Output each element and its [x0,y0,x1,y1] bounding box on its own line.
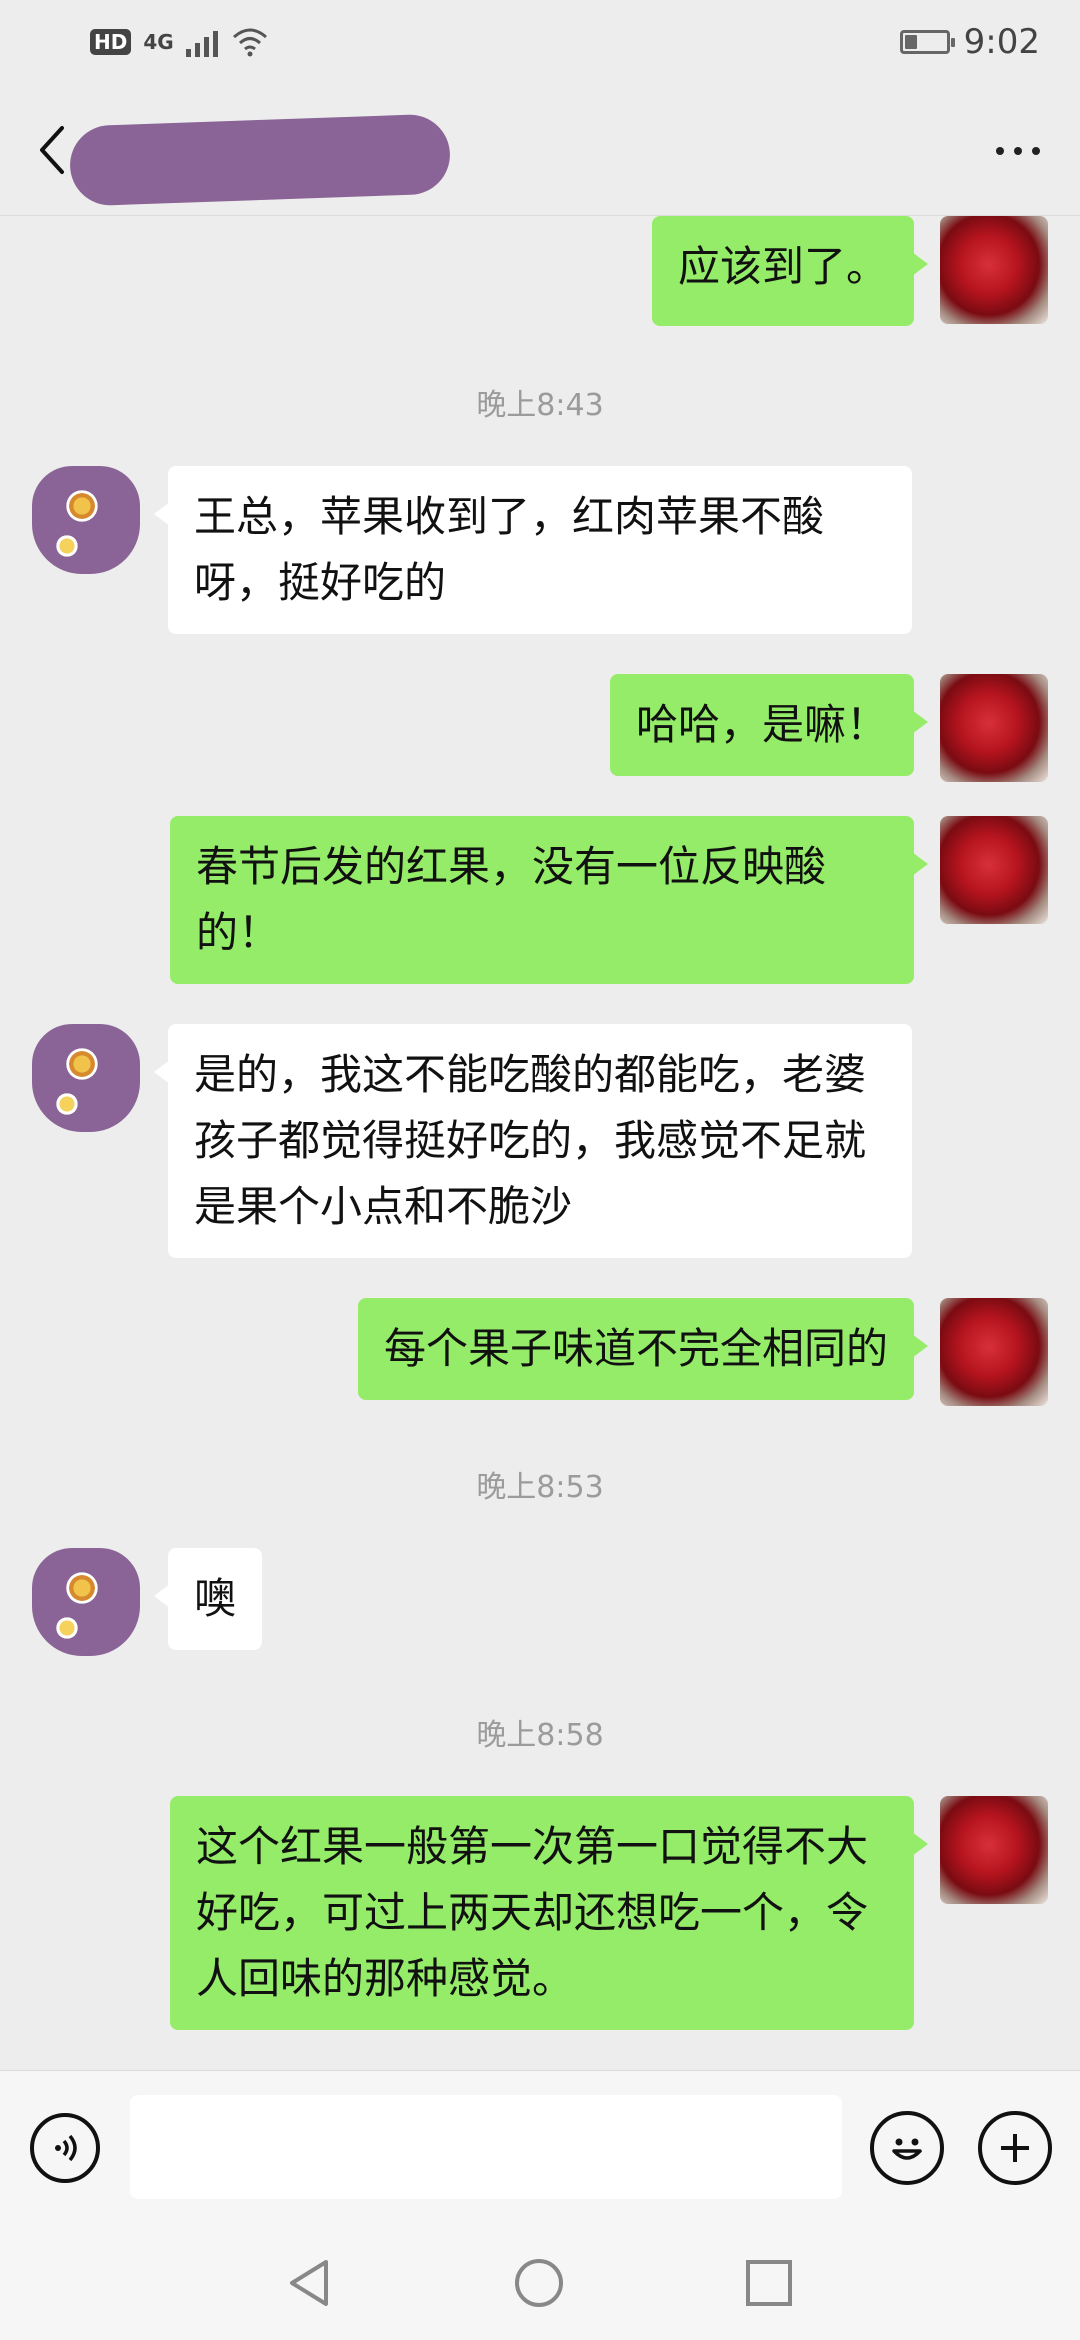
avatar[interactable] [940,674,1048,782]
message-input[interactable] [130,2095,842,2199]
avatar[interactable] [32,1024,140,1132]
emoji-icon [892,2138,922,2160]
dot-icon [996,147,1004,155]
nav-back-icon[interactable] [282,2256,336,2310]
avatar[interactable] [940,216,1048,324]
message-bubble-received[interactable]: 是的，我这不能吃酸的都能吃，老婆孩子都觉得挺好吃的，我感觉不足就是果个小点和不脆… [154,1024,912,1258]
timestamp: 晚上8:53 [476,1470,604,1505]
voice-icon [55,2134,77,2162]
timestamp: 晚上8:43 [476,388,604,423]
battery-icon [899,30,955,54]
plus-icon [1001,2134,1029,2162]
status-left: HD 4G [90,27,270,57]
hd-badge: HD [90,29,132,55]
status-bar: HD 4G 9:02 [0,0,1080,84]
message-list[interactable]: 应该到了。 晚上8:43 王总，苹果收到了，红肉苹果不酸呀，挺好吃的 哈哈，是嘛… [0,216,1080,2070]
message-bubble-sent[interactable]: 春节后发的红果，没有一位反映酸的！ [170,816,928,984]
message-bubble-sent[interactable]: 哈哈，是嘛！ [609,674,929,776]
avatar[interactable] [32,1548,140,1656]
avatar[interactable] [32,466,140,574]
emoji-button[interactable] [870,2111,944,2185]
dot-icon [1032,147,1040,155]
wifi-icon [232,28,267,57]
avatar[interactable] [940,1298,1048,1406]
plus-button[interactable] [978,2111,1052,2185]
voice-button[interactable] [30,2113,100,2183]
chat-header [0,84,1080,216]
message-bubble-sent[interactable]: 应该到了。 [651,216,929,326]
message-bubble-received[interactable]: 王总，苹果收到了，红肉苹果不酸呀，挺好吃的 [154,466,912,634]
nav-home-icon[interactable] [512,2256,566,2310]
dot-icon [1014,147,1022,155]
status-right: 9:02 [899,22,1040,62]
message-bubble-sent[interactable]: 这个红果一般第一次第一口觉得不大好吃，可过上两天却还想吃一个，令人回味的那种感觉… [170,1796,928,2030]
battery-level [904,35,917,49]
message-bubble-sent[interactable]: 每个果子味道不完全相同的 [357,1298,929,1400]
timestamp: 晚上8:58 [476,1718,604,1753]
system-nav-bar [0,2226,1080,2340]
signal-icon [185,27,218,57]
more-options-button[interactable] [986,136,1050,166]
nav-recents-icon[interactable] [742,2256,796,2310]
avatar[interactable] [940,816,1048,924]
status-time: 9:02 [963,22,1040,62]
avatar[interactable] [940,1796,1048,1904]
network-type: 4G [143,30,174,54]
message-bubble-received[interactable]: 噢 [153,1548,263,1650]
input-bar [0,2070,1080,2226]
contact-name-redacted [68,113,452,207]
